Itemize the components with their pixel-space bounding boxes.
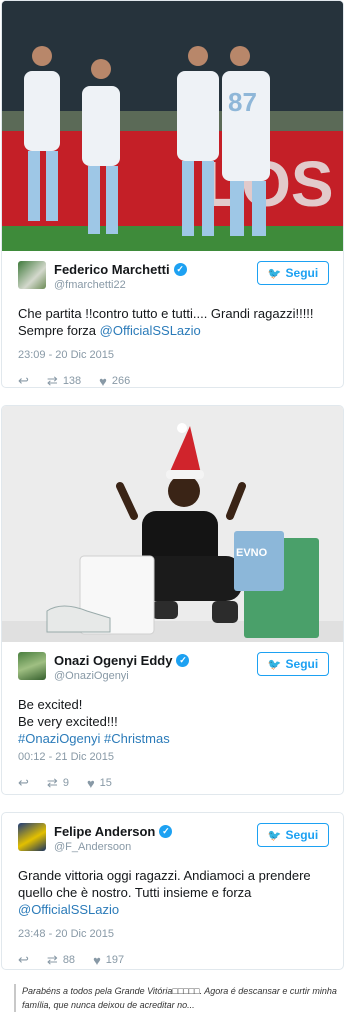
twitter-bird-icon: 🐦 — [267, 658, 282, 671]
hashtag-links[interactable]: #OnaziOgenyi #Christmas — [18, 730, 327, 747]
mention-link[interactable]: @OfficialSSLazio — [18, 902, 119, 917]
reply-button[interactable]: ↩ — [18, 775, 29, 791]
retweet-icon: ⇄ — [46, 373, 58, 388]
like-count: 15 — [99, 777, 112, 789]
like-button[interactable]: ♥ 15 — [87, 776, 112, 791]
tweet-actions: ↩ ⇄ 9 ♥ 15 — [2, 775, 343, 791]
tweet-text: Che partita !!contro tutto e tutti.... G… — [2, 305, 343, 339]
tweet-timestamp[interactable]: 23:48 - 20 Dic 2015 — [2, 928, 343, 940]
tweet-photo-celebration[interactable]: LOS 87 — [2, 1, 343, 251]
verified-icon: ✓ — [159, 825, 173, 838]
celebration-image: LOS 87 — [2, 1, 343, 251]
retweet-button[interactable]: ⇄ 9 — [47, 775, 69, 791]
avatar[interactable] — [18, 652, 46, 680]
reply-icon: ↩ — [18, 373, 29, 388]
verified-icon: ✓ — [173, 263, 187, 276]
follow-button[interactable]: 🐦 Segui — [257, 261, 329, 285]
tweet-body: Grande vittoria oggi ragazzi. Andiamoci … — [18, 868, 311, 900]
retweet-button[interactable]: ⇄ 88 — [47, 952, 75, 968]
bag-text: EVNO — [236, 547, 268, 559]
tweet-line-1: Be excited! — [18, 697, 83, 712]
reply-icon: ↩ — [18, 952, 29, 967]
twitter-bird-icon: 🐦 — [267, 267, 282, 280]
heart-icon: ♥ — [93, 952, 101, 968]
follow-button[interactable]: 🐦 Segui — [257, 823, 329, 847]
tweet-line-2: Be very excited!!! — [18, 714, 118, 729]
author-name-text: Onazi Ogenyi Eddy — [54, 653, 173, 668]
retweet-icon: ⇄ — [46, 775, 58, 790]
follow-label: Segui — [285, 657, 319, 671]
retweet-count: 88 — [62, 954, 76, 966]
avatar[interactable] — [18, 261, 46, 289]
author-handle[interactable]: @fmarchetti22 — [54, 279, 126, 291]
reply-button[interactable]: ↩ — [18, 373, 29, 388]
like-button[interactable]: ♥ 266 — [99, 373, 131, 388]
retweet-count: 138 — [62, 375, 82, 387]
tweet-photo-christmas[interactable]: EVNO — [2, 406, 343, 642]
like-count: 197 — [105, 954, 125, 966]
like-count: 266 — [111, 375, 131, 387]
author-name[interactable]: Onazi Ogenyi Eddy ✓ — [54, 653, 190, 668]
tweet-card-anderson: Felipe Anderson ✓ @F_Andersoon 🐦 Segui G… — [1, 812, 344, 970]
author-name-text: Federico Marchetti — [54, 262, 170, 277]
post-caption: Parabéns a todos pela Grande Vitória□□□□… — [14, 984, 344, 1012]
verified-icon: ✓ — [176, 654, 190, 667]
avatar[interactable] — [18, 823, 46, 851]
follow-label: Segui — [285, 266, 319, 280]
author-name[interactable]: Federico Marchetti ✓ — [54, 262, 187, 277]
author-name[interactable]: Felipe Anderson ✓ — [54, 824, 173, 839]
heart-icon: ♥ — [86, 775, 95, 791]
tweet-text: Grande vittoria oggi ragazzi. Andiamoci … — [2, 867, 343, 918]
reply-icon: ↩ — [18, 775, 29, 790]
twitter-bird-icon: 🐦 — [267, 829, 282, 842]
tweet-text: Be excited! Be very excited!!! #OnaziOge… — [2, 696, 343, 747]
tweet-actions: ↩ ⇄ 138 ♥ 266 — [2, 373, 343, 388]
retweet-button[interactable]: ⇄ 138 — [46, 373, 82, 388]
heart-icon: ♥ — [99, 373, 107, 388]
svg-text:87: 87 — [228, 87, 257, 117]
tweet-actions: ↩ ⇄ 88 ♥ 197 — [2, 952, 343, 968]
follow-label: Segui — [285, 828, 319, 842]
author-handle[interactable]: @F_Andersoon — [54, 841, 131, 853]
tweet-timestamp[interactable]: 00:12 - 21 Dic 2015 — [2, 751, 343, 763]
follow-button[interactable]: 🐦 Segui — [257, 652, 329, 676]
tweet-card-marchetti: LOS 87 Federico Marchetti ✓ @fmarchetti2… — [1, 0, 344, 388]
mention-link[interactable]: @OfficialSSLazio — [100, 323, 201, 338]
tweet-card-onazi: EVNO Onazi Ogenyi Eddy ✓ @OnaziOgenyi 🐦 … — [1, 405, 344, 795]
author-name-text: Felipe Anderson — [54, 824, 156, 839]
retweet-icon: ⇄ — [46, 952, 58, 967]
christmas-image: EVNO — [2, 406, 343, 642]
reply-button[interactable]: ↩ — [18, 952, 29, 968]
retweet-count: 9 — [62, 777, 69, 789]
author-handle[interactable]: @OnaziOgenyi — [54, 670, 129, 682]
tweet-timestamp[interactable]: 23:09 - 20 Dic 2015 — [2, 349, 343, 361]
like-button[interactable]: ♥ 197 — [93, 953, 124, 968]
